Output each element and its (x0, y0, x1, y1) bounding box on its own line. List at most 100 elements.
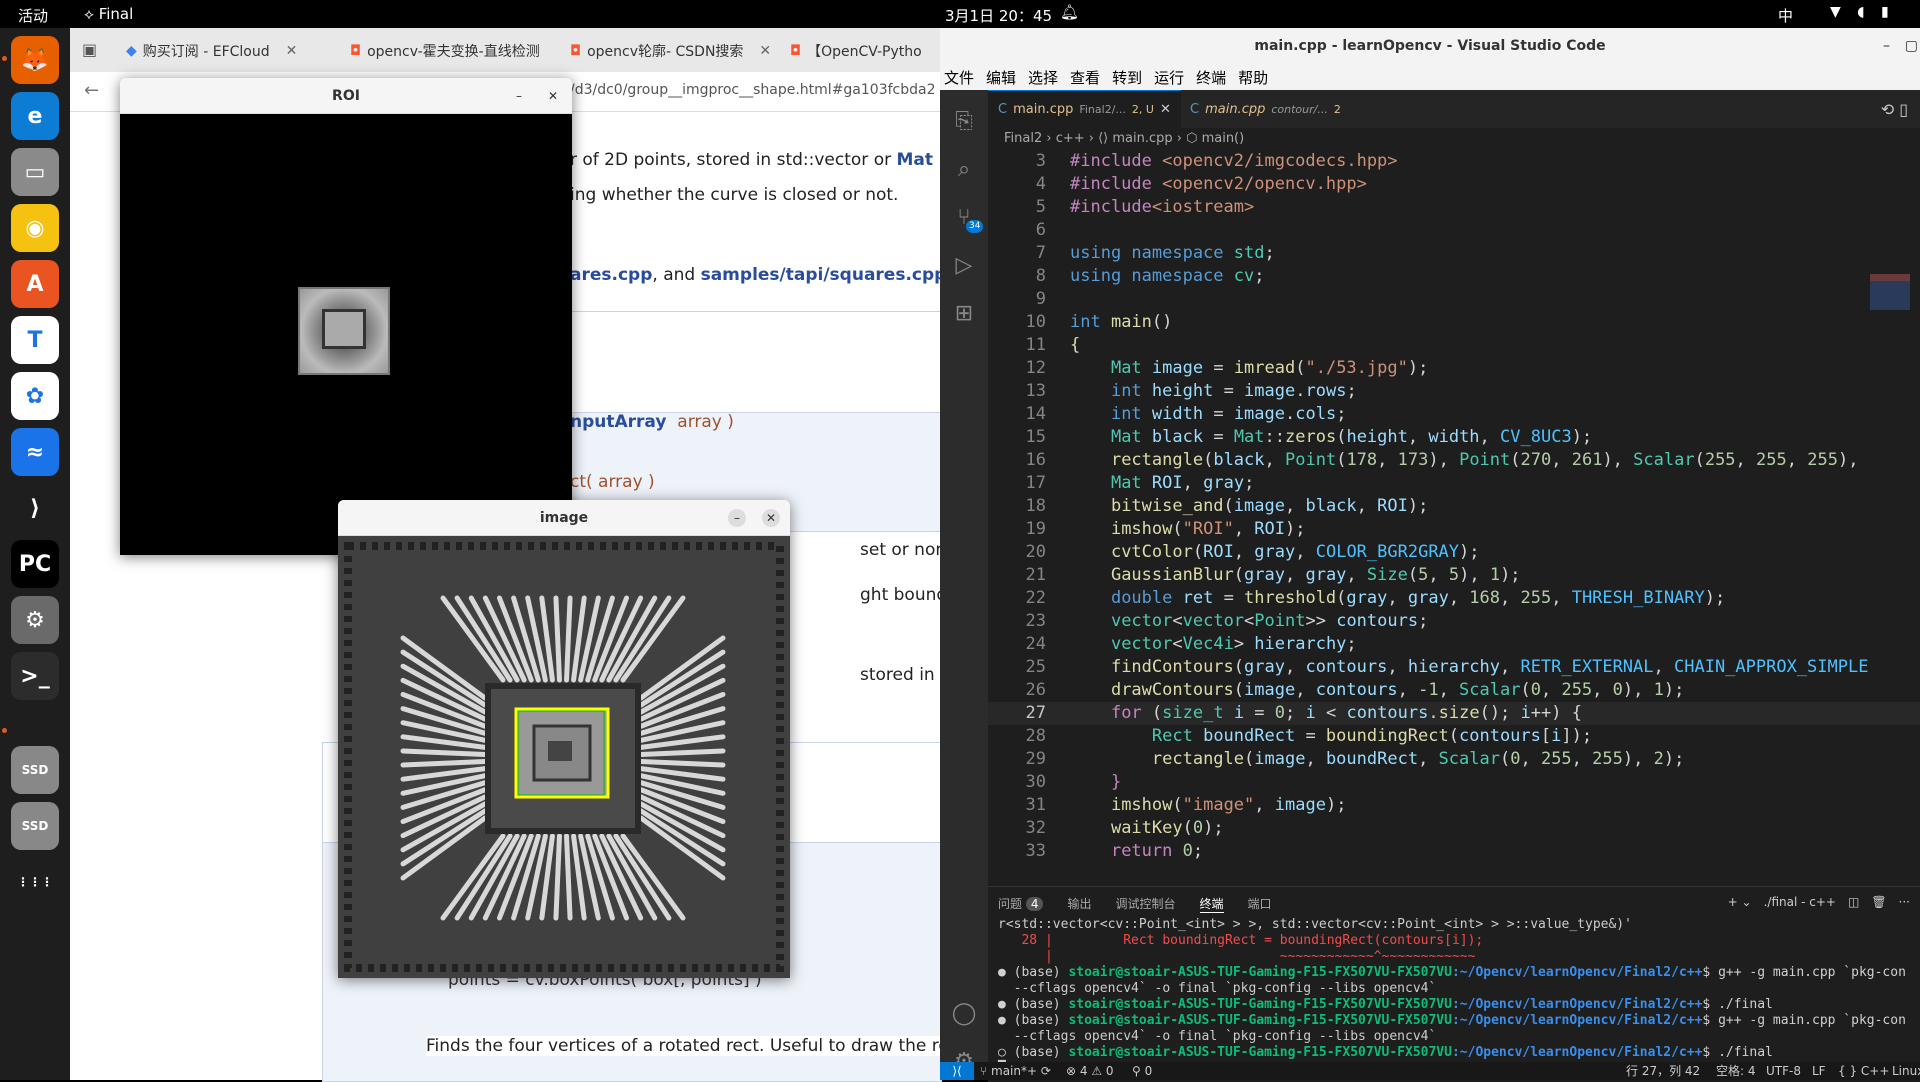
editor-tab[interactable]: C main.cpp contour/... 2 (1180, 90, 1351, 128)
code-line[interactable]: 27 for (size_t i = 0; i < contours.size(… (988, 702, 1920, 725)
os-indicator[interactable]: Linux (1892, 1062, 1920, 1080)
baidu-netdisk-icon[interactable]: ✿ (11, 372, 59, 420)
edge-icon[interactable]: e (11, 92, 59, 140)
minimap[interactable] (1870, 274, 1910, 334)
activities-button[interactable]: 活动 (18, 5, 48, 26)
minimize-icon[interactable]: – (510, 87, 528, 105)
code-line[interactable]: 23 vector<vector<Point>> contours; (988, 610, 1920, 633)
vscode-icon[interactable]: ⟩ (11, 484, 59, 532)
code-line[interactable]: 33 return 0; (988, 840, 1920, 863)
tab-close-icon[interactable]: ✕ (286, 43, 298, 59)
menu-item[interactable]: 查看 (1070, 67, 1100, 88)
account-icon[interactable]: ◯ (950, 1000, 978, 1028)
menu-item[interactable]: 帮助 (1238, 67, 1268, 88)
clock[interactable]: 3月1日 20：45 (945, 5, 1052, 26)
code-line[interactable]: 30 } (988, 771, 1920, 794)
code-line[interactable]: 5 #include<iostream> (988, 196, 1920, 219)
maximize-icon[interactable]: ▢ (1905, 28, 1918, 64)
code-line[interactable]: 18 bitwise_and(image, black, ROI); (988, 495, 1920, 518)
tab-terminal[interactable]: 终端 (1199, 895, 1224, 913)
browser-tab[interactable]: ◘ 【OpenCV-Pytho (790, 36, 940, 66)
search-icon[interactable]: ⌕ (950, 156, 978, 184)
typora-icon[interactable]: T (11, 316, 59, 364)
roi-window[interactable]: ROI – ✕ (120, 78, 572, 555)
split-icon[interactable]: ◫ (1848, 895, 1859, 909)
indentation[interactable]: 空格: 4 (1716, 1062, 1756, 1080)
menu-item[interactable]: 运行 (1154, 67, 1184, 88)
code-line[interactable]: 20 cvtColor(ROI, gray, COLOR_BGR2GRAY); (988, 541, 1920, 564)
ports-status[interactable]: ⚲ 0 (1132, 1062, 1152, 1080)
menu-item[interactable]: 文件 (944, 67, 974, 88)
terminal-profile[interactable]: ./final - c++ (1764, 895, 1836, 909)
pycharm-icon[interactable]: PC (11, 540, 59, 588)
back-icon[interactable]: ← (84, 80, 99, 101)
editor-tab-active[interactable]: C main.cpp Final2/... 2, U ✕ (988, 90, 1181, 128)
browser-tab[interactable]: ◘opencv-霍夫变换-直线检测✕ (350, 36, 550, 66)
tab-list-icon[interactable]: ▣ (82, 40, 97, 59)
code-line[interactable]: 3 #include <opencv2/imgcodecs.hpp> (988, 150, 1920, 173)
rhythmbox-icon[interactable]: ◉ (11, 204, 59, 252)
minimize-icon[interactable]: – (728, 509, 746, 527)
language-mode[interactable]: { } C++ (1838, 1062, 1889, 1080)
editor-actions-icon[interactable]: ⟲ ▯ (1881, 100, 1908, 119)
breadcrumb[interactable]: Final2 › c++ › ⟨⟩ main.cpp › ⬡ main() (988, 128, 1920, 150)
run-debug-icon[interactable]: ▷ (950, 252, 978, 280)
code-line[interactable]: 19 imshow("ROI", ROI); (988, 518, 1920, 541)
doc-link[interactable]: ares.cpp (570, 265, 652, 285)
more-icon[interactable]: ··· (1899, 895, 1910, 909)
eol[interactable]: LF (1812, 1062, 1826, 1080)
code-line[interactable]: 12 Mat image = imread("./53.jpg"); (988, 357, 1920, 380)
code-line[interactable]: 31 imshow("image", image); (988, 794, 1920, 817)
feishu-icon[interactable]: ≈ (11, 428, 59, 476)
url-text[interactable]: /d3/dc0/group__imgproc__shape.html#ga103… (570, 82, 936, 98)
tab-debug-console[interactable]: 调试控制台 (1116, 895, 1176, 913)
doc-link[interactable]: Mat (897, 150, 934, 170)
code-line[interactable]: 11{ (988, 334, 1920, 357)
app-menu[interactable]: ⟡ Final (84, 5, 133, 23)
minimize-icon[interactable]: – (1883, 28, 1890, 64)
code-line[interactable]: 16 rectangle(black, Point(178, 173), Poi… (988, 449, 1920, 472)
code-editor[interactable]: 3 #include <opencv2/imgcodecs.hpp> 4 #inclu… (988, 150, 1920, 878)
code-line[interactable]: 14 int width = image.cols; (988, 403, 1920, 426)
code-line[interactable]: 7 using namespace std; (988, 242, 1920, 265)
code-line[interactable]: 29 rectangle(image, boundRect, Scalar(0,… (988, 748, 1920, 771)
explorer-icon[interactable]: ⎘ (950, 108, 978, 136)
app-center-icon[interactable]: A (11, 260, 59, 308)
remote-icon[interactable]: ⟩⟨ (940, 1062, 974, 1080)
code-line[interactable]: 25 findContours(gray, contours, hierarch… (988, 656, 1920, 679)
close-icon[interactable]: ✕ (762, 509, 780, 527)
code-line[interactable]: 6 (988, 219, 1920, 242)
browser-tab[interactable]: ◆ 购买订阅 - EFCloud ✕ (126, 36, 346, 66)
tab-close-icon[interactable]: ✕ (1160, 102, 1171, 117)
encoding[interactable]: UTF-8 (1766, 1062, 1801, 1080)
tab-ports[interactable]: 端口 (1248, 895, 1272, 913)
trash-icon[interactable]: 🗑︎ (1871, 895, 1886, 909)
tab-problems[interactable]: 问题 4 (998, 895, 1044, 913)
code-line[interactable]: 13 int height = image.rows; (988, 380, 1920, 403)
code-line[interactable]: 9 (988, 288, 1920, 311)
doc-link[interactable]: samples/tapi/squares.cpp (701, 265, 947, 285)
settings-icon[interactable]: ⚙ (11, 596, 59, 644)
code-line[interactable]: 28 Rect boundRect = boundingRect(contour… (988, 725, 1920, 748)
code-line[interactable]: 22 double ret = threshold(gray, gray, 16… (988, 587, 1920, 610)
menu-item[interactable]: 选择 (1028, 67, 1058, 88)
cursor-position[interactable]: 行 27，列 42 (1626, 1062, 1700, 1080)
menu-item[interactable]: 编辑 (986, 67, 1016, 88)
image-window[interactable]: image – ✕ (338, 500, 790, 978)
show-apps-icon[interactable]: ⋮⋮⋮ (11, 858, 59, 906)
code-line[interactable]: 10 int main() (988, 311, 1920, 334)
tab-close-icon[interactable]: ✕ (759, 43, 770, 59)
input-method[interactable]: 中 (1778, 5, 1793, 26)
menu-item[interactable]: 终端 (1196, 67, 1226, 88)
terminal-icon[interactable]: >_ (11, 652, 59, 700)
browser-tab[interactable]: ◘ opencv轮廓- CSDN搜索 ✕ (570, 36, 770, 66)
firefox-icon[interactable]: 🦊 (11, 36, 59, 84)
source-control-icon[interactable]: ⑂ 34 (950, 204, 984, 233)
code-line[interactable]: 17 Mat ROI, gray; (988, 472, 1920, 495)
menu-item[interactable]: 转到 (1112, 67, 1142, 88)
ssd2-icon[interactable]: SSD (11, 802, 59, 850)
vscode-titlebar[interactable]: main.cpp - learnOpencv - Visual Studio C… (940, 28, 1920, 64)
window-titlebar[interactable]: ROI – ✕ (120, 78, 572, 114)
problems-status[interactable]: ⊗ 4 ⚠ 0 (1066, 1062, 1114, 1080)
window-titlebar[interactable]: image – ✕ (338, 500, 790, 536)
